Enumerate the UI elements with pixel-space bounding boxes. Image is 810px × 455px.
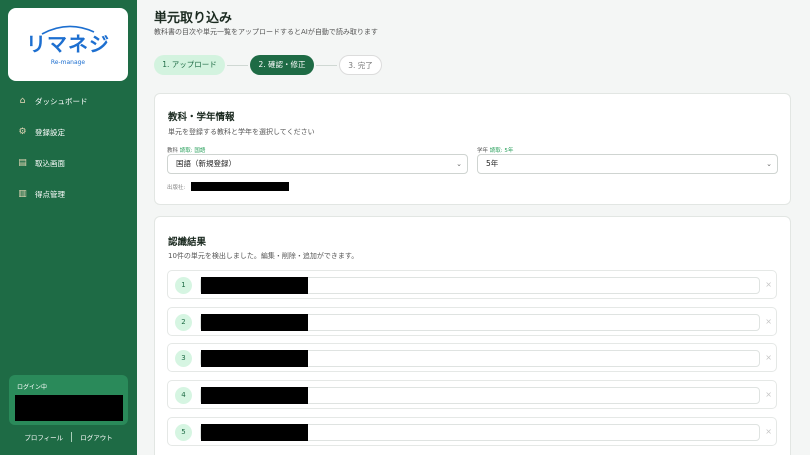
publisher-name-redacted xyxy=(191,182,289,191)
unit-number-badge: 4 xyxy=(175,387,192,404)
login-status: ログイン中 xyxy=(9,375,128,425)
gear-icon: ⚙ xyxy=(18,126,27,137)
step-confirm[interactable]: 2. 確認・修正 xyxy=(250,55,314,75)
unit-row: 3 × xyxy=(167,343,777,372)
unit-row: 5 × xyxy=(167,417,777,446)
sidebar-item-label: ダッシュボード xyxy=(35,96,88,106)
login-label: ログイン中 xyxy=(17,384,48,391)
card-title: 認識結果 xyxy=(168,237,207,248)
publisher-label: 出版社: xyxy=(167,185,186,191)
unit-name-redacted xyxy=(201,350,308,367)
step-connector xyxy=(316,65,337,66)
unit-row: 1 × xyxy=(167,270,777,299)
subject-select[interactable]: 国語（新規登録） ⌄ xyxy=(167,154,468,174)
chevron-down-icon: ⌄ xyxy=(766,160,772,168)
sidebar-item-label: 取込画面 xyxy=(35,158,65,168)
chevron-down-icon: ⌄ xyxy=(456,160,462,168)
card-description: 10件の単元を検出しました。編集・削除・追加ができます。 xyxy=(168,252,359,260)
sidebar-footer: プロフィール ログアウト xyxy=(0,432,137,442)
unit-number-badge: 2 xyxy=(175,314,192,331)
logout-link[interactable]: ログアウト xyxy=(80,432,113,442)
unit-name-redacted xyxy=(201,424,308,441)
step-complete[interactable]: 3. 完了 xyxy=(339,55,382,75)
delete-unit-icon[interactable]: × xyxy=(765,426,772,438)
unit-name-input[interactable] xyxy=(200,350,760,367)
unit-name-redacted xyxy=(201,277,308,294)
page-subtitle: 教科書の目次や単元一覧をアップロードするとAIが自動で読み取ります xyxy=(154,28,378,36)
sidebar-item-label: 登録設定 xyxy=(35,127,65,137)
bar-chart-icon: ▥ xyxy=(18,188,27,199)
page-title: 単元取り込み xyxy=(154,11,233,26)
delete-unit-icon[interactable]: × xyxy=(765,352,772,364)
subject-field-label: 教科 読取: 国語 xyxy=(167,146,205,154)
unit-name-input[interactable] xyxy=(200,424,760,441)
unit-number-badge: 3 xyxy=(175,350,192,367)
card-title: 教科・学年情報 xyxy=(168,112,235,123)
unit-name-input[interactable] xyxy=(200,277,760,294)
login-user-name-redacted xyxy=(15,395,123,421)
house-icon: ⌂ xyxy=(19,95,26,106)
sidebar-item-settings[interactable]: ⚙ 登録設定 xyxy=(0,121,137,143)
subject-select-value: 国語（新規登録） xyxy=(176,159,236,168)
unit-name-redacted xyxy=(201,314,308,331)
grade-select[interactable]: 5年 ⌄ xyxy=(477,154,778,174)
step-connector xyxy=(227,65,248,66)
delete-unit-icon[interactable]: × xyxy=(765,389,772,401)
unit-number-badge: 5 xyxy=(175,424,192,441)
unit-name-redacted xyxy=(201,387,308,404)
sidebar-item-label: 得点管理 xyxy=(35,189,65,199)
logo-subtext: Re-manage xyxy=(50,59,86,66)
footer-divider xyxy=(71,432,73,442)
unit-number-badge: 1 xyxy=(175,277,192,294)
delete-unit-icon[interactable]: × xyxy=(765,279,772,291)
unit-row: 4 × xyxy=(167,380,777,409)
card-description: 単元を登録する教科と学年を選択してください xyxy=(168,128,315,136)
unit-name-input[interactable] xyxy=(200,387,760,404)
sidebar-item-dashboard[interactable]: ⌂ ダッシュボード xyxy=(0,90,137,112)
step-upload[interactable]: 1. アップロード xyxy=(154,55,225,75)
delete-unit-icon[interactable]: × xyxy=(765,316,772,328)
sidebar: リマネジ Re-manage ⌂ ダッシュボード ⚙ 登録設定 ▤ 取込画面 ▥… xyxy=(0,0,137,455)
logo[interactable]: リマネジ Re-manage xyxy=(8,8,128,81)
unit-row: 2 × xyxy=(167,307,777,336)
sidebar-item-import[interactable]: ▤ 取込画面 xyxy=(0,152,137,174)
grade-select-value: 5年 xyxy=(486,159,499,168)
grade-field-label: 学年 読取: 5年 xyxy=(477,146,513,154)
profile-link[interactable]: プロフィール xyxy=(24,432,63,442)
logo-text: リマネジ xyxy=(26,32,110,56)
main-content: 単元取り込み 教科書の目次や単元一覧をアップロードするとAIが自動で読み取ります… xyxy=(137,0,810,455)
sidebar-item-scores[interactable]: ▥ 得点管理 xyxy=(0,183,137,205)
inbox-tray-icon: ▤ xyxy=(18,157,27,168)
unit-name-input[interactable] xyxy=(200,314,760,331)
